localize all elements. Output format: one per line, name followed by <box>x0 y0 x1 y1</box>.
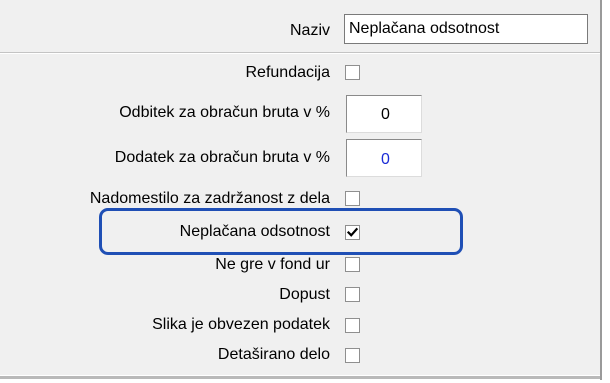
naziv-value: Neplačana odsotnost <box>349 20 500 37</box>
naziv-input[interactable]: Neplačana odsotnost <box>344 14 588 44</box>
bottom-border <box>0 376 600 379</box>
naziv-label: Naziv <box>289 22 330 39</box>
right-border <box>600 0 602 380</box>
separator <box>0 52 600 54</box>
dodatek-label: Dodatek za obračun bruta v % <box>114 149 330 166</box>
form-panel: Naziv Neplačana odsotnost Refundacija Od… <box>0 0 600 375</box>
dodatek-value: 0 <box>381 151 390 168</box>
odbitek-label: Odbitek za obračun bruta v % <box>119 104 330 121</box>
refundacija-checkbox[interactable] <box>345 65 360 80</box>
ne-gre-checkbox[interactable] <box>345 257 360 272</box>
odbitek-input[interactable]: 0 <box>346 95 422 133</box>
slika-checkbox[interactable] <box>345 318 360 333</box>
dodatek-input[interactable]: 0 <box>346 139 422 177</box>
dopust-label: Dopust <box>279 286 330 303</box>
refundacija-label: Refundacija <box>245 64 331 81</box>
nadomestilo-label: Nadomestilo za zadržanost z dela <box>89 190 330 207</box>
detasirano-checkbox[interactable] <box>345 348 360 363</box>
nadomestilo-checkbox[interactable] <box>345 191 360 206</box>
dopust-checkbox[interactable] <box>345 287 360 302</box>
odbitek-value: 0 <box>381 106 390 123</box>
ne-gre-label: Ne gre v fond ur <box>215 256 330 273</box>
detasirano-label: Detaširano delo <box>217 346 330 363</box>
slika-label: Slika je obvezen podatek <box>152 316 330 333</box>
highlight-annotation <box>99 208 463 255</box>
